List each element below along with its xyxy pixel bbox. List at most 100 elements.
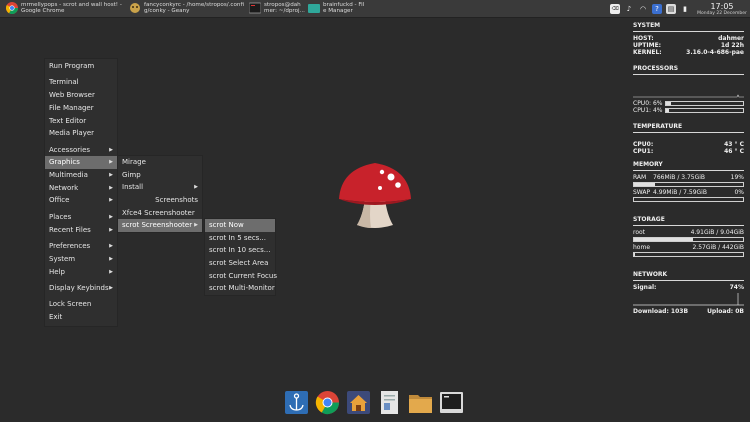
wifi-icon[interactable]: ◠ [638,4,648,14]
menu-item-network[interactable]: Network ▶ [45,182,117,195]
chevron-right-icon: ▶ [109,284,113,291]
home-folder-icon[interactable] [346,390,371,415]
menu-item-label: Network [49,183,79,192]
menu-item-places[interactable]: Places ▶ [45,211,117,224]
memory-bar [633,197,744,202]
task-chrome[interactable]: mrmellypops - scrot and wall host! - Goog… [0,0,128,17]
menu-item-scrot-multi-monitor[interactable]: scrot Multi-Monitor [205,282,275,295]
signal-value: 74% [729,284,744,291]
menu-item-web-browser[interactable]: Web Browser [45,89,117,102]
memory-percent: 0% [734,189,744,196]
menu-item-multimedia[interactable]: Multimedia ▶ [45,169,117,182]
system-section: HOST: dahmer UPTIME: 1d 22h KERNEL: 3.16.0-4-… [633,35,744,56]
info-row: CPU0: 43 ° C [633,141,744,148]
menu-item-accessories[interactable]: Accessories ▶ [45,144,117,157]
info-key: HOST: [633,35,654,42]
memory-section: RAM 766MiB / 3.75GiB 19% SWAP 4.99MiB / 7.59… [633,174,744,202]
task-geany[interactable]: fancyconkyrc - /home/stropos/.confi g/con… [123,0,248,17]
cpu-row: CPU1: 4% [633,107,744,114]
signal-label: Signal: [633,284,657,291]
task-file-manager[interactable]: brainfuckd - Fil e Manager [302,0,370,17]
memory-percent: 19% [730,174,744,181]
info-row: HOST: dahmer [633,35,744,42]
cpu-bar-fill [666,102,671,105]
menu-item-install[interactable]: Install ▶ [118,181,202,194]
clipboard-icon[interactable]: ▤ [666,3,676,14]
traffic-row: Download: 103B Upload: 0B [633,308,744,315]
menu-item-help[interactable]: Help ▶ [45,266,117,279]
cpu-bar [665,101,744,106]
menu-item-graphics[interactable]: Graphics ▶ [45,156,117,170]
menu-item-file-manager[interactable]: File Manager [45,102,117,115]
info-value: 1d 22h [720,42,744,49]
clock[interactable]: 17:05 Monday 22 December [694,2,750,16]
chevron-right-icon: ▶ [109,213,113,220]
scrot-submenu: scrot Now scrot In 5 secs... scrot In 10 s… [204,218,277,297]
menu-item-recent-files[interactable]: Recent Files ▶ [45,224,117,237]
anchor-icon[interactable] [284,390,309,415]
menu-item-scrot-screenshooter[interactable]: scrot Screenshooter ▶ [118,219,202,233]
menu-item-scrot-in-10-secs[interactable]: scrot In 10 secs... [205,244,275,257]
menu-item-system[interactable]: System ▶ [45,253,117,266]
menu-item-label: scrot Multi-Monitor [209,284,275,293]
info-value: 46 ° C [724,148,744,155]
menu-item-xfce4-screenshooter[interactable]: Xfce4 Screenshooter [118,207,202,220]
menu-item-label: scrot Select Area [209,259,269,268]
menu-item-scrot-now[interactable]: scrot Now [205,219,275,232]
menu-item-run-program[interactable]: Run Program [45,60,117,73]
memory-row: RAM 766MiB / 3.75GiB 19% [633,174,744,181]
help-icon[interactable]: ? [652,3,662,14]
menu-item-terminal[interactable]: Terminal [45,76,117,89]
memory-bar [633,182,744,187]
clock-date: Monday 22 December [697,10,747,16]
storage-value: 2.57GiB / 442GiB [692,244,744,251]
menu-item-label: Media Player [49,129,95,138]
menu-item-lock-screen[interactable]: Lock Screen [45,298,117,311]
temperature-heading: TEMPERATURE [633,123,683,130]
menu-item-display-keybinds[interactable]: Display Keybinds ▶ [45,282,117,295]
menu-item-label: Multimedia [49,171,88,180]
memory-label: SWAP [633,189,651,196]
signal-row: Signal: 74% [633,284,744,291]
storage-label: home [633,244,651,251]
menu-item-exit[interactable]: Exit [45,311,117,324]
taskbar: mrmellypops - scrot and wall host! - Goog… [0,0,750,18]
terminal-icon[interactable] [439,390,464,415]
menu-item-gimp[interactable]: Gimp [118,169,202,182]
menu-item-mirage[interactable]: Mirage [118,156,202,169]
menu-item-preferences[interactable]: Preferences ▶ [45,240,117,253]
menu-item-label: Graphics [49,158,80,167]
menu-item-scrot-in-5-secs[interactable]: scrot In 5 secs... [205,232,275,245]
chevron-right-icon: ▶ [109,146,113,153]
chevron-right-icon: ▶ [109,184,113,191]
storage-bar [633,237,744,242]
storage-bar-fill [634,238,693,241]
menu-item-media-player[interactable]: Media Player [45,127,117,140]
menu-item-label: Gimp [122,170,141,179]
folder-icon [308,4,320,13]
chevron-right-icon: ▶ [109,255,113,262]
info-value: dahmer [718,35,744,42]
volume-icon[interactable]: ♪ [624,4,634,14]
storage-heading: STORAGE [633,216,665,223]
chrome-icon[interactable] [315,390,340,415]
info-value: 3.16.0-4-686-pae [686,49,744,56]
folder-icon[interactable] [408,390,433,415]
keyboard-layout-icon[interactable]: ⌫ [610,3,620,14]
menu-item-scrot-current-focus[interactable]: scrot Current Focus [205,270,277,283]
menu-item-screenshots[interactable]: Screenshots [118,194,202,207]
battery-icon[interactable]: ▮ [680,4,690,14]
info-key: UPTIME: [633,42,662,49]
task-chrome-subtitle: Google Chrome [21,8,65,15]
chevron-right-icon: ▶ [109,243,113,250]
task-terminal[interactable]: stropos@dah mer: ~/dproj... [243,0,305,17]
menu-item-office[interactable]: Office ▶ [45,194,117,207]
mushroom-wallpaper [339,163,411,228]
menu-item-label: Xfce4 Screenshooter [122,208,195,217]
menu-item-text-editor[interactable]: Text Editor [45,115,117,128]
menu-item-scrot-select-area[interactable]: scrot Select Area [205,257,275,270]
network-heading: NETWORK [633,271,668,278]
storage-bar-fill [634,253,636,256]
document-icon[interactable] [377,390,402,415]
cpu-bar [665,108,744,113]
